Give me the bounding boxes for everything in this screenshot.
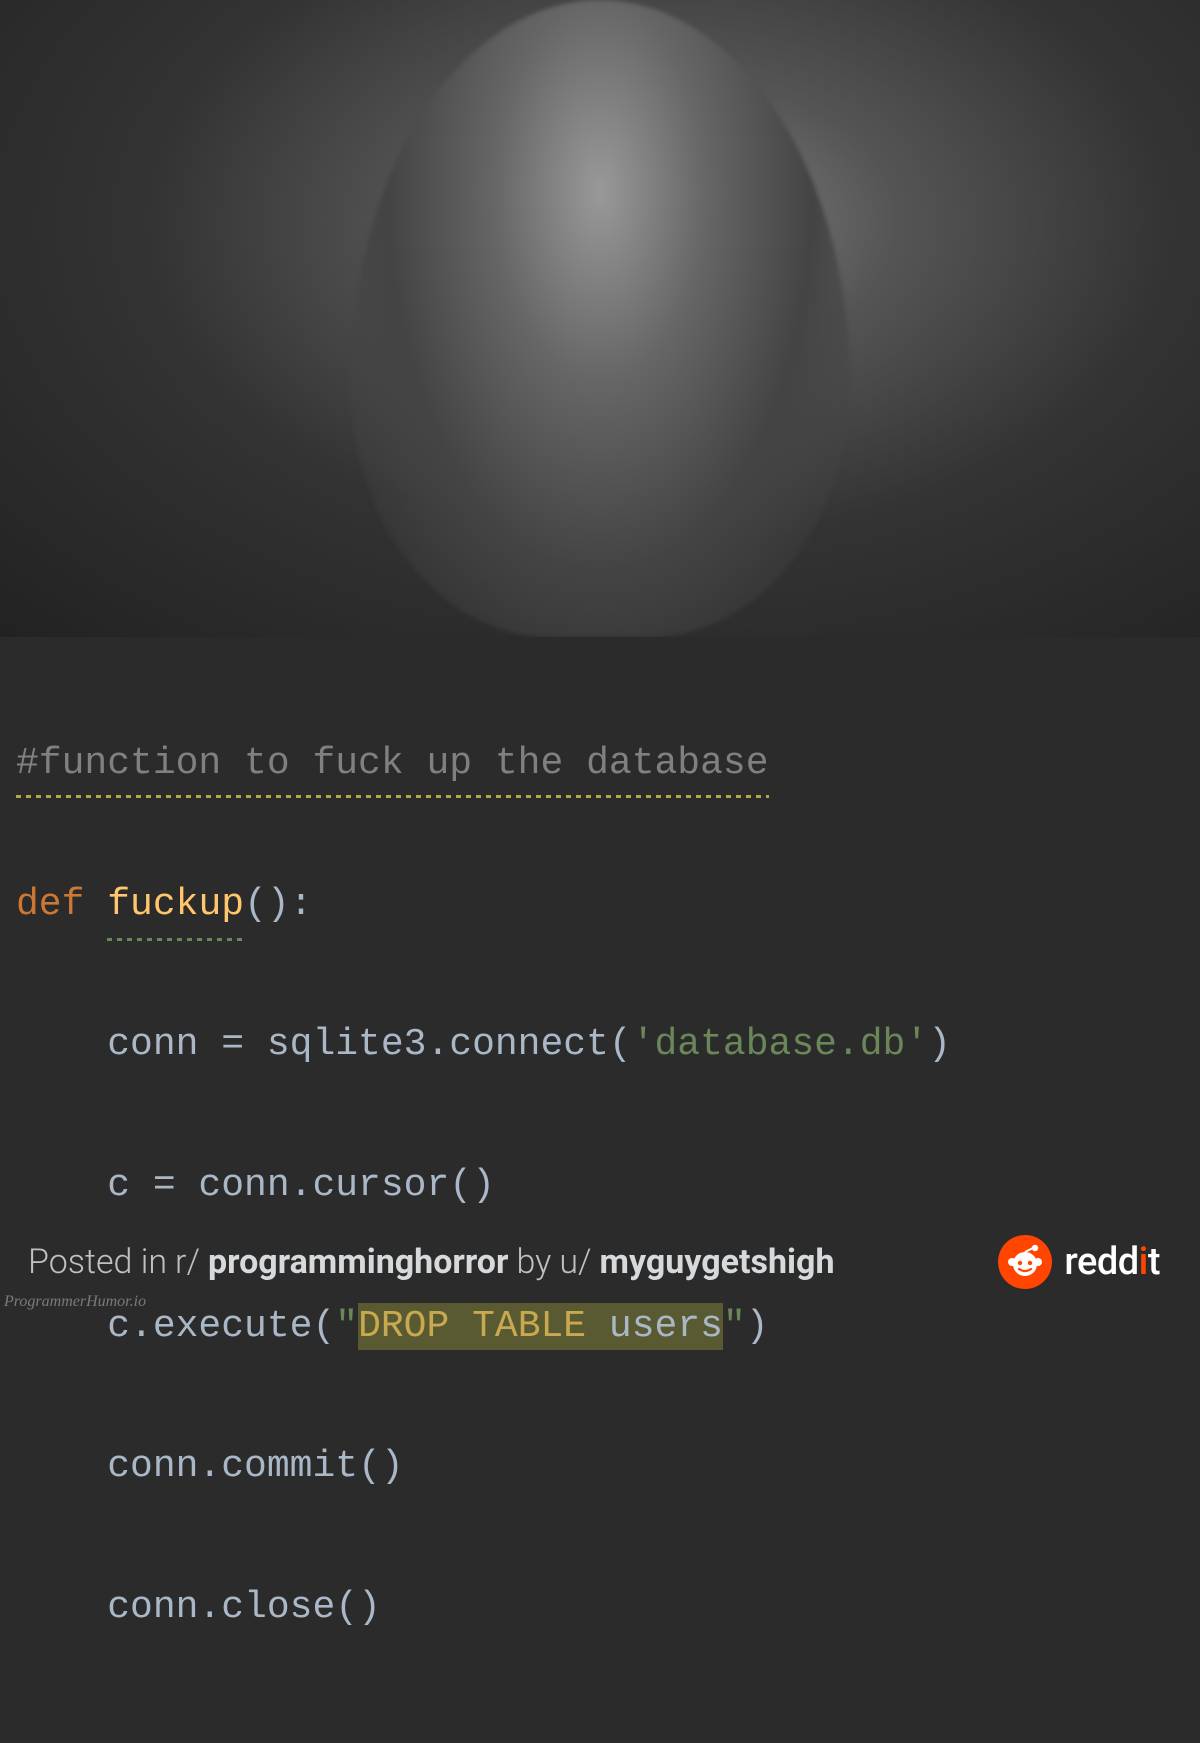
- watermark: ProgrammerHumor.io: [4, 1293, 146, 1311]
- reddit-icon: [998, 1235, 1052, 1289]
- post-info: Posted in r/programminghorror by u/myguy…: [28, 1242, 835, 1282]
- code-line-7: conn.close(): [16, 1586, 381, 1629]
- reddit-brand-text: reddit: [1064, 1240, 1160, 1284]
- meme-top-image: [0, 0, 1200, 637]
- code-line-6: conn.commit(): [16, 1445, 404, 1488]
- code-block: #function to fuck up the database def fu…: [0, 637, 1200, 1743]
- portrait-placeholder: [350, 0, 850, 637]
- string-quote-open: ": [335, 1305, 358, 1348]
- subreddit-prefix: r/: [175, 1242, 200, 1282]
- subreddit-name[interactable]: programminghorror: [208, 1242, 508, 1282]
- string-literal-db: 'database.db': [632, 1023, 928, 1066]
- by-label: by: [516, 1242, 551, 1282]
- username[interactable]: myguygetshigh: [600, 1242, 835, 1282]
- code-line-4: c = conn.cursor(): [16, 1164, 495, 1207]
- function-name: fuckup: [107, 870, 244, 940]
- code-line-3b: ): [928, 1023, 951, 1066]
- code-line-5b: ): [746, 1305, 769, 1348]
- def-keyword: def: [16, 883, 84, 926]
- posted-in-label: Posted in: [28, 1242, 167, 1282]
- reddit-badge[interactable]: reddit: [998, 1235, 1160, 1289]
- code-line-5a: c.execute(: [16, 1305, 335, 1348]
- sql-table-name: users: [609, 1303, 723, 1350]
- func-sig-tail: ():: [244, 883, 312, 926]
- user-prefix: u/: [559, 1242, 591, 1282]
- code-line-3a: conn = sqlite3.connect(: [16, 1023, 632, 1066]
- string-quote-close: ": [723, 1305, 746, 1348]
- sql-drop-table: DROP TABLE: [358, 1303, 609, 1350]
- code-comment: #function to fuck up the database: [16, 729, 769, 799]
- reddit-footer: Posted in r/programminghorror by u/myguy…: [0, 1235, 1200, 1289]
